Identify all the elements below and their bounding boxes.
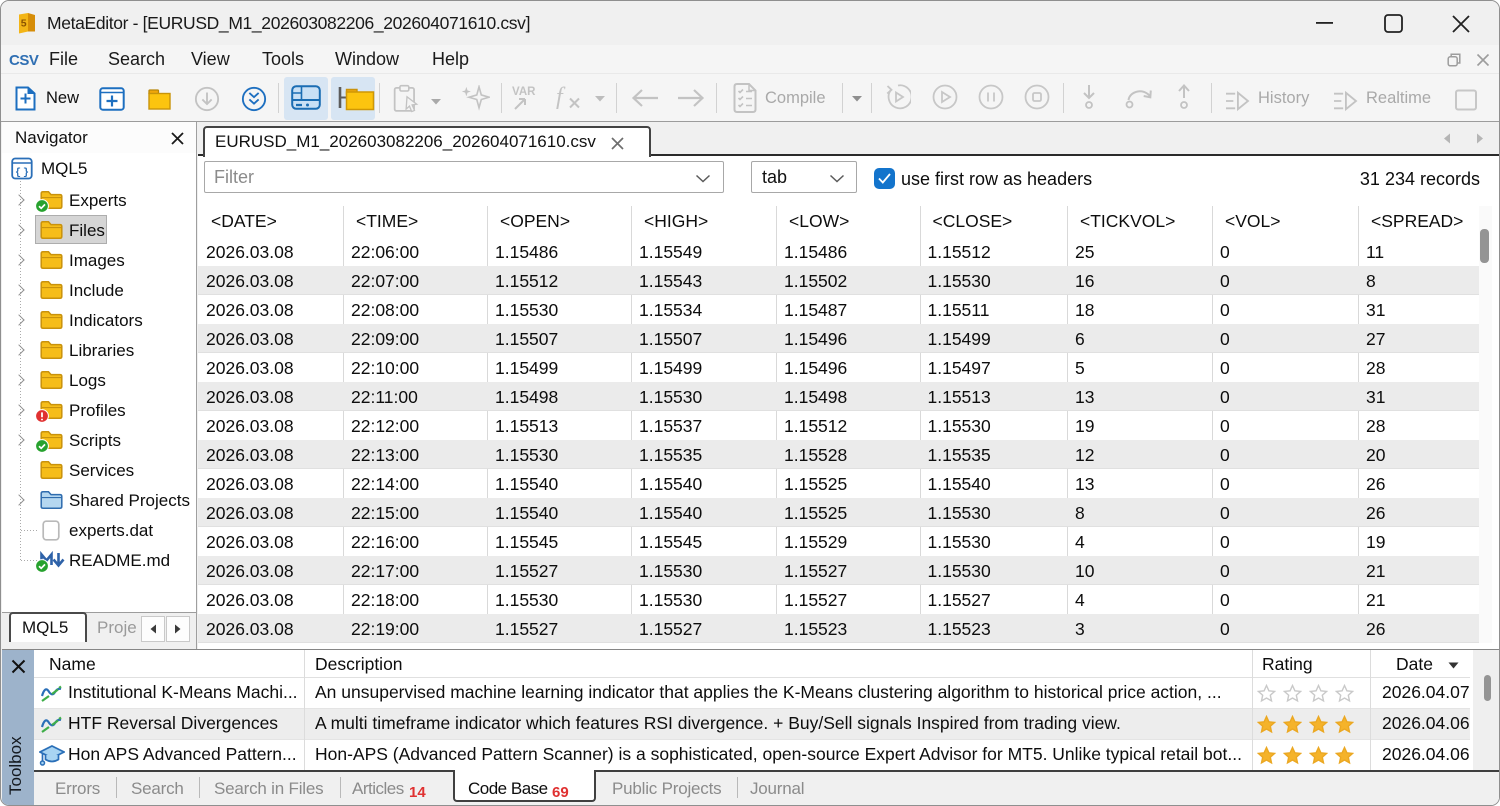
svg-text:5: 5 <box>21 18 27 30</box>
svg-text:VAR: VAR <box>512 86 536 98</box>
svg-text:{ }: { } <box>15 167 29 179</box>
svg-text:f: f <box>556 84 566 110</box>
